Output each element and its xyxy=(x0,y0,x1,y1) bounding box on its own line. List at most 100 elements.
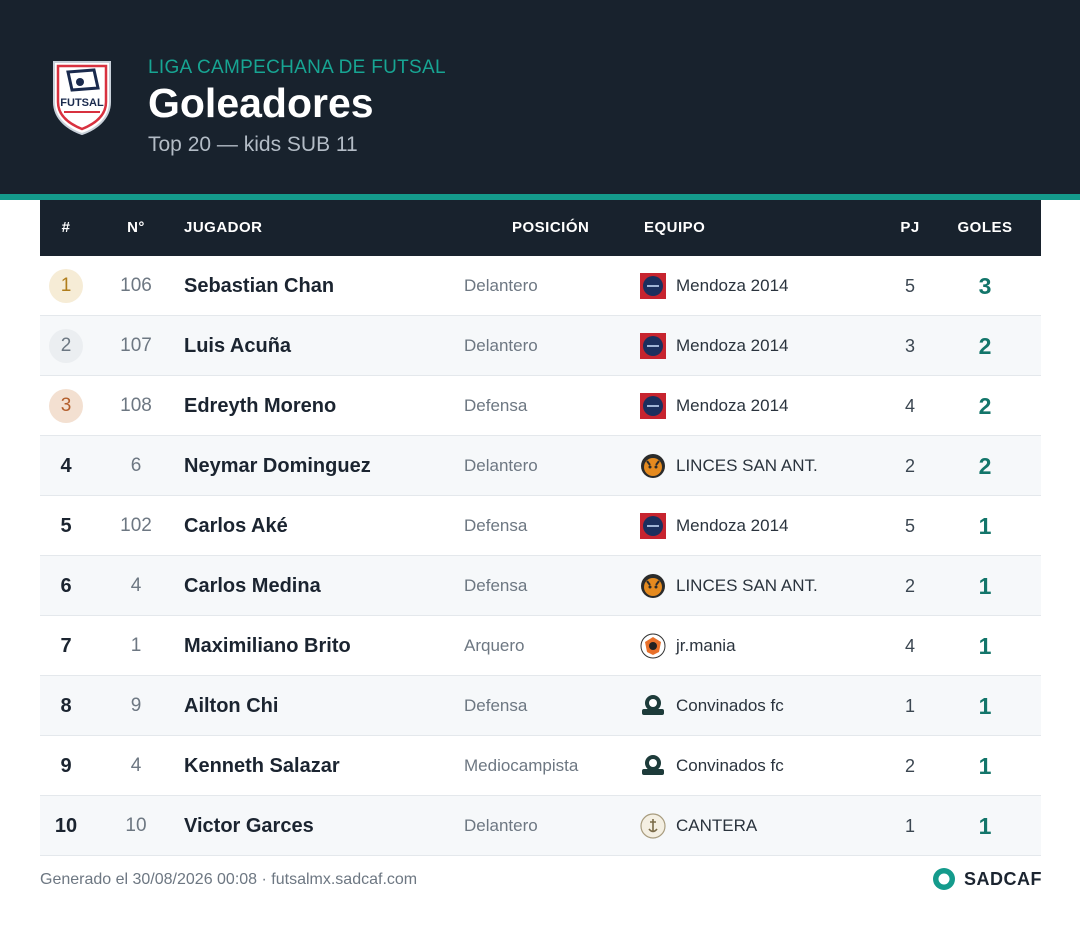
table-row[interactable]: 2 107 Luis Acuña Delantero Mendoza 2014 … xyxy=(40,316,1041,376)
player-name: Kenneth Salazar xyxy=(184,754,340,777)
player-position: Mediocampista xyxy=(464,756,579,775)
team-name: Mendoza 2014 xyxy=(676,516,789,535)
mendoza-logo-icon xyxy=(640,333,666,359)
rank-cell: 9 xyxy=(40,736,92,796)
team-cell: Mendoza 2014 xyxy=(640,316,880,376)
col-rank-header: # xyxy=(61,219,71,236)
team-cell: jr.mania xyxy=(640,616,880,676)
rank-medal-bronze: 3 xyxy=(49,389,83,423)
games-played: 2 xyxy=(904,575,915,596)
scorers-table: # N° JUGADOR POSICIÓN EQUIPO PJ GOLES 1 … xyxy=(40,200,1041,856)
rank-cell: 2 xyxy=(40,316,92,376)
team-cell: Convinados fc xyxy=(640,736,880,796)
jersey-number: 107 xyxy=(120,335,152,356)
generated-note: Generado el 30/08/2026 00:08 · futsalmx.… xyxy=(40,871,418,888)
player-position: Arquero xyxy=(464,636,525,655)
linces-logo-icon xyxy=(640,453,666,479)
jersey-number: 1 xyxy=(130,635,142,656)
jersey-number: 106 xyxy=(120,275,152,296)
futsal-league-logo: FUTSAL xyxy=(53,61,111,136)
rank-value: 4 xyxy=(60,454,72,477)
rank-value: 6 xyxy=(60,574,72,597)
rank-medal-silver: 2 xyxy=(49,329,83,363)
goals-count: 1 xyxy=(978,812,992,839)
rank-cell: 4 xyxy=(40,436,92,496)
games-played: 5 xyxy=(904,515,915,536)
player-name: Carlos Medina xyxy=(184,574,321,597)
goals-count: 2 xyxy=(978,452,992,479)
team-cell: CANTERA xyxy=(640,796,880,856)
rank-value: 5 xyxy=(60,514,72,537)
table-row[interactable]: 9 4 Kenneth Salazar Mediocampista Convin… xyxy=(40,736,1041,796)
jersey-number: 4 xyxy=(130,755,142,776)
goals-count: 3 xyxy=(978,272,992,299)
team-name: Mendoza 2014 xyxy=(676,396,789,415)
rank-value: 8 xyxy=(60,694,72,717)
games-played: 2 xyxy=(904,755,915,776)
team-cell: LINCES SAN ANT. xyxy=(640,436,880,496)
mendoza-logo-icon xyxy=(640,393,666,419)
team-cell: Convinados fc xyxy=(640,676,880,736)
table-row[interactable]: 8 9 Ailton Chi Defensa Convinados fc 1 1 xyxy=(40,676,1041,736)
player-name: Neymar Dominguez xyxy=(184,454,371,477)
games-played: 1 xyxy=(904,695,915,716)
player-name: Edreyth Moreno xyxy=(184,394,337,417)
sadcaf-logo-icon xyxy=(933,868,955,890)
league-name: LIGA CAMPECHANA DE FUTSAL xyxy=(148,57,446,78)
games-played: 4 xyxy=(904,395,915,416)
table-row[interactable]: 5 102 Carlos Aké Defensa Mendoza 2014 5 … xyxy=(40,496,1041,556)
cantera-logo-icon xyxy=(640,813,666,839)
player-position: Defensa xyxy=(464,576,528,595)
team-name: LINCES SAN ANT. xyxy=(676,456,818,475)
rank-medal-gold: 1 xyxy=(49,269,83,303)
team-cell: Mendoza 2014 xyxy=(640,496,880,556)
player-name: Sebastian Chan xyxy=(184,274,335,297)
jersey-number: 102 xyxy=(120,515,152,536)
table-row[interactable]: 4 6 Neymar Dominguez Delantero LINCES SA… xyxy=(40,436,1041,496)
col-position-header: POSICIÓN xyxy=(512,219,590,236)
jersey-number: 6 xyxy=(130,455,142,476)
rank-value: 10 xyxy=(54,814,78,837)
team-name: Convinados fc xyxy=(676,696,784,715)
player-position: Defensa xyxy=(464,516,528,535)
col-number-header: N° xyxy=(127,219,145,236)
games-played: 1 xyxy=(904,815,915,836)
table-row[interactable]: 10 10 Victor Garces Delantero CANTERA 1 … xyxy=(40,796,1041,856)
mendoza-logo-icon xyxy=(640,513,666,539)
team-name: Mendoza 2014 xyxy=(676,276,789,295)
rank-cell: 1 xyxy=(40,256,92,316)
team-cell: Mendoza 2014 xyxy=(640,376,880,436)
linces-logo-icon xyxy=(640,573,666,599)
col-player-header: JUGADOR xyxy=(184,219,263,236)
player-position: Delantero xyxy=(464,816,538,835)
col-pj-header: PJ xyxy=(900,219,920,236)
goals-count: 1 xyxy=(978,692,992,719)
sadcaf-brand[interactable]: SADCAF xyxy=(932,867,1042,891)
table-row[interactable]: 3 108 Edreyth Moreno Defensa Mendoza 201… xyxy=(40,376,1041,436)
goals-count: 1 xyxy=(978,752,992,779)
player-name: Carlos Aké xyxy=(184,514,288,537)
brand-name: SADCAF xyxy=(964,868,1042,889)
rank-cell: 3 xyxy=(40,376,92,436)
goals-count: 2 xyxy=(978,332,992,359)
goals-count: 1 xyxy=(978,512,992,539)
jersey-number: 9 xyxy=(130,695,142,716)
rank-value: 7 xyxy=(60,634,72,657)
page-title: Goleadores xyxy=(148,80,374,126)
rank-cell: 6 xyxy=(40,556,92,616)
col-team-header: EQUIPO xyxy=(644,219,706,236)
table-row[interactable]: 1 106 Sebastian Chan Delantero Mendoza 2… xyxy=(40,256,1041,316)
page-subtitle: Top 20 — kids SUB 11 xyxy=(148,133,358,156)
table-row[interactable]: 7 1 Maximiliano Brito Arquero jr.mania 4… xyxy=(40,616,1041,676)
convinados-logo-icon xyxy=(640,753,666,779)
player-position: Delantero xyxy=(464,336,538,355)
player-name: Ailton Chi xyxy=(184,694,279,717)
rank-cell: 8 xyxy=(40,676,92,736)
jersey-number: 108 xyxy=(120,395,152,416)
jersey-number: 4 xyxy=(130,575,142,596)
table-row[interactable]: 6 4 Carlos Medina Defensa LINCES SAN ANT… xyxy=(40,556,1041,616)
jersey-number: 10 xyxy=(125,815,147,836)
rank-value: 9 xyxy=(60,754,72,777)
goals-count: 1 xyxy=(978,632,992,659)
games-played: 3 xyxy=(904,335,915,356)
